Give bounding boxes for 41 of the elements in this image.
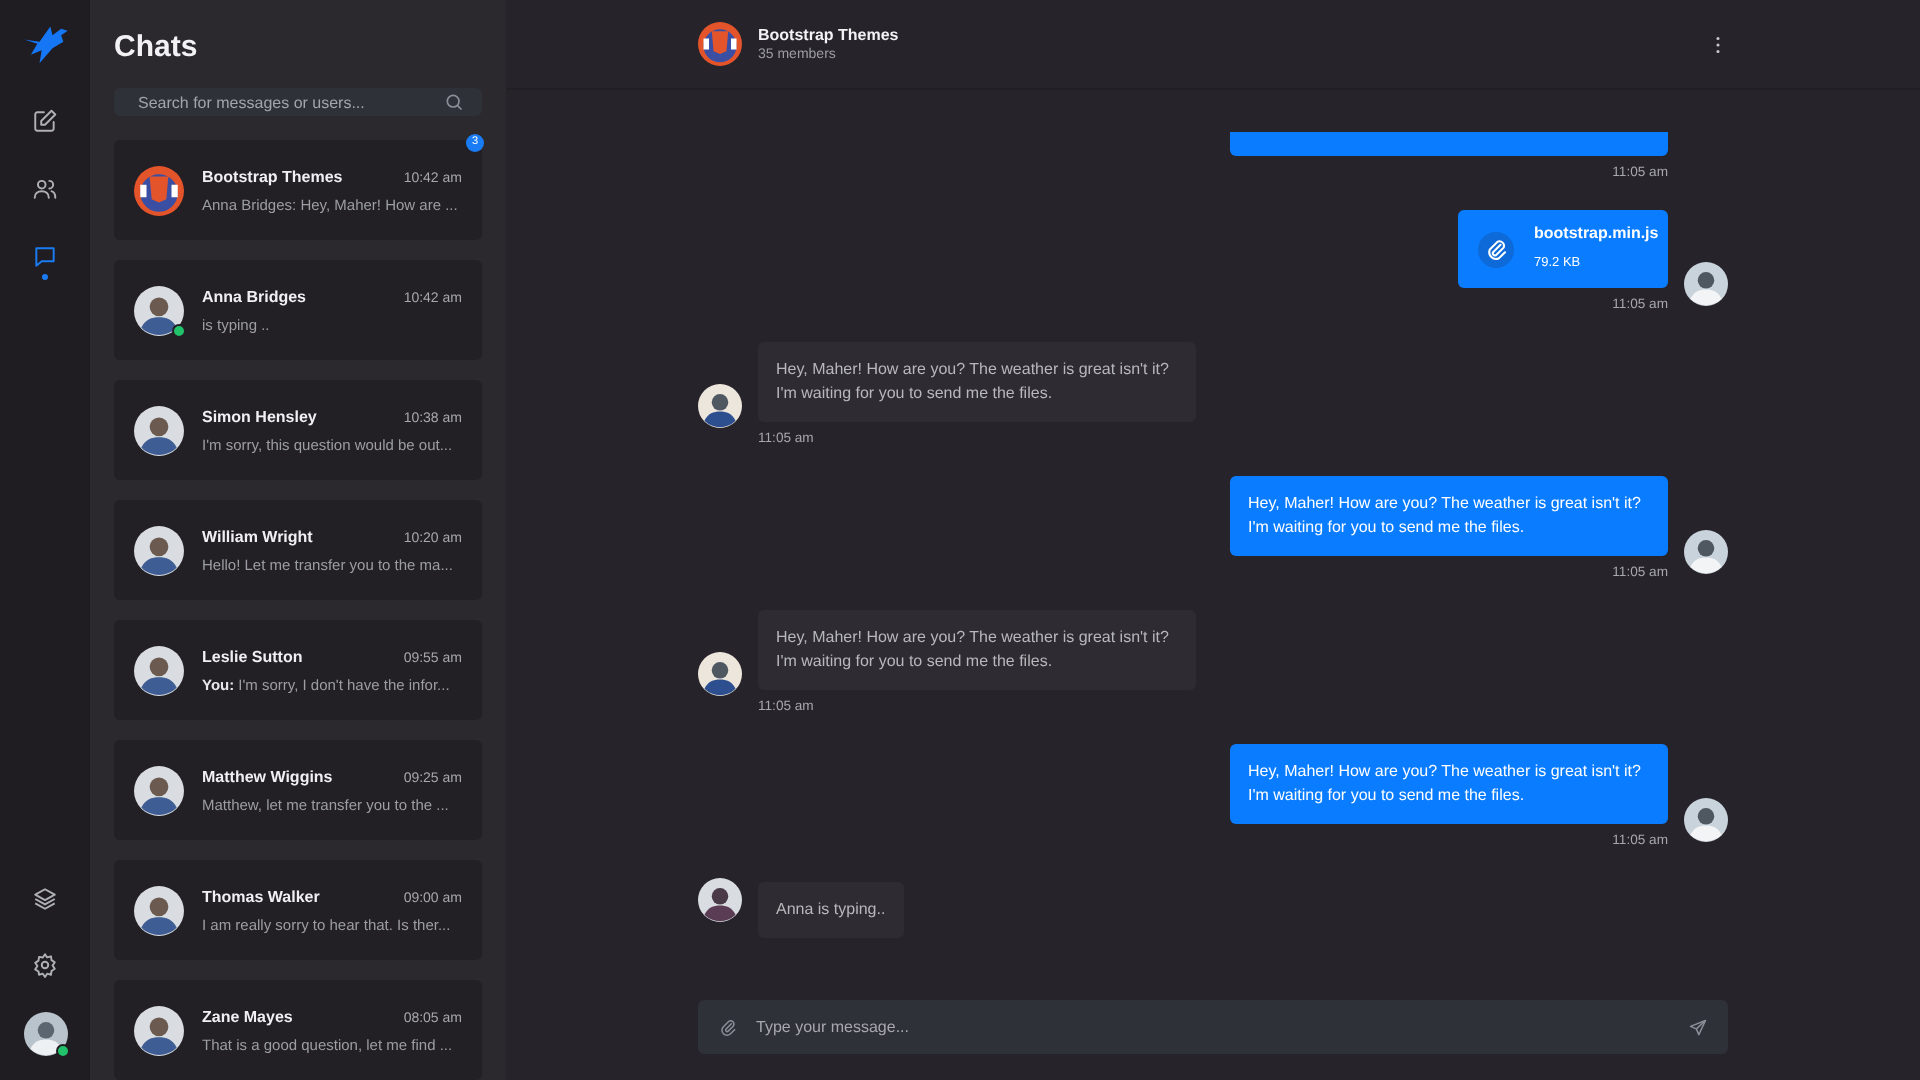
message-bubble: Hey, Maher! How are you? The weather is great isn't it? I'm waiting for you to send me the files.: [1230, 476, 1668, 556]
contact-name: Matthew Wiggins: [202, 767, 333, 785]
contact-name: Anna Bridges: [202, 287, 307, 305]
contact-name: Leslie Sutton: [202, 647, 303, 665]
group-avatar-icon: [698, 22, 742, 66]
person-avatar-icon: [1684, 530, 1728, 574]
person-avatar-icon: [134, 885, 184, 935]
person-avatar-icon: [134, 1005, 184, 1055]
message-bubble: Hey, Maher! How are you? The weather is great isn't it? I'm waiting for you to send me the files.: [758, 342, 1196, 422]
paperclip-icon[interactable]: [718, 1017, 738, 1037]
person-avatar-icon: [134, 525, 184, 575]
file-name: bootstrap.min.js: [1534, 222, 1659, 246]
message-input[interactable]: Type your message...: [752, 1016, 1674, 1038]
contact-name: Zane Mayes: [202, 1007, 293, 1025]
typing-indicator: Anna is typing..: [758, 881, 904, 937]
person-avatar-icon: [134, 645, 184, 695]
search-icon[interactable]: [444, 92, 464, 112]
contact-name: Thomas Walker: [202, 887, 320, 905]
person-avatar-icon: [134, 285, 184, 335]
person-avatar-icon: [698, 878, 742, 922]
group-avatar-icon: [134, 165, 184, 215]
send-icon[interactable]: [1688, 1017, 1708, 1037]
person-avatar-icon: [134, 765, 184, 815]
message-bubble: Hey, Maher! How are you? The weather is great isn't it? I'm waiting for you to send me the files.: [758, 610, 1196, 690]
contact-name: Bootstrap Themes: [202, 167, 343, 185]
chats-title: Chats: [114, 30, 200, 66]
contact-name: William Wright: [202, 527, 313, 545]
search-field[interactable]: Search for messages or users...: [114, 88, 482, 116]
user-avatar[interactable]: [23, 1012, 67, 1056]
paperclip-icon: [1478, 231, 1514, 267]
more-options-icon[interactable]: [1714, 35, 1722, 53]
search-input[interactable]: Search for messages or users...: [134, 91, 444, 113]
contact-name: Simon Hensley: [202, 407, 317, 425]
conversation-title: Bootstrap Themes: [758, 26, 901, 44]
message-bubble: Hey, Maher! How are you? The weather is great isn't it? I'm waiting for you to send me the files.: [1230, 744, 1668, 824]
person-avatar-icon: [1684, 798, 1728, 842]
person-avatar-icon: [1684, 262, 1728, 306]
message-input-field[interactable]: Type your message...: [698, 1000, 1728, 1054]
person-avatar-icon: [698, 652, 742, 696]
person-avatar-icon: [698, 384, 742, 428]
person-avatar-icon: [134, 405, 184, 455]
